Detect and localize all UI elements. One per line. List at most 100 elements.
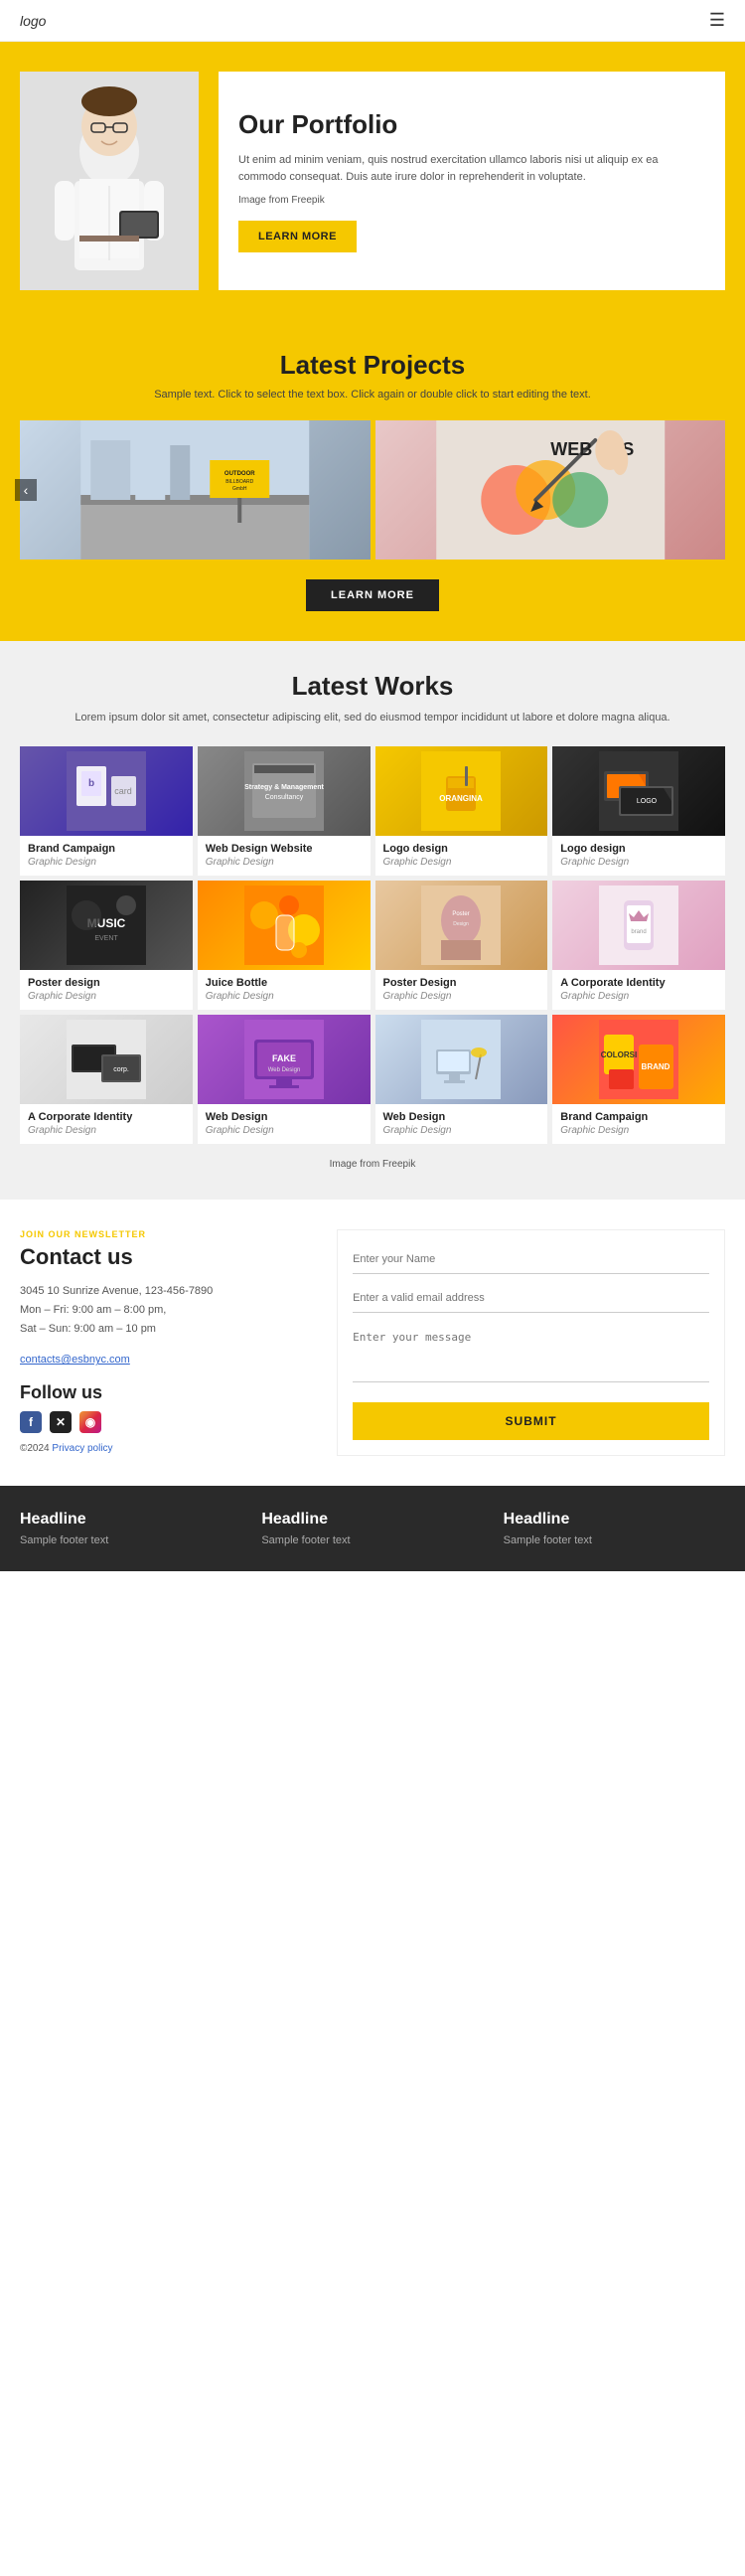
- billboard-svg: OUTDOOR BILLBOARD GmbH: [20, 420, 371, 560]
- work-name: Poster Design: [383, 976, 540, 990]
- message-input[interactable]: [353, 1323, 709, 1382]
- footer-headline-2: Headline: [261, 1511, 483, 1529]
- brand-thumb-svg: b card: [67, 751, 146, 831]
- work-card-logo[interactable]: ORANGINA Logo design Graphic Design: [375, 746, 548, 876]
- work-thumb-brand: b card: [20, 746, 193, 836]
- fake-thumb-svg: FAKE Web Design: [244, 1020, 324, 1099]
- work-name: Logo design: [383, 842, 540, 856]
- work-category: Graphic Design: [560, 857, 717, 868]
- logo2-thumb-svg: LOGO: [599, 751, 678, 831]
- work-info-corporate: A Corporate Identity Graphic Design: [552, 970, 725, 1010]
- svg-text:Design: Design: [454, 921, 470, 927]
- svg-text:Poster: Poster: [453, 911, 470, 917]
- twitter-x-icon[interactable]: ✕: [50, 1411, 72, 1433]
- work-name: Web Design: [206, 1110, 363, 1124]
- work-category: Graphic Design: [560, 1125, 717, 1136]
- work-info-brand2: Brand Campaign Graphic Design: [552, 1104, 725, 1144]
- work-card-brand-campaign[interactable]: b card Brand Campaign Graphic Design: [20, 746, 193, 876]
- email-input[interactable]: [353, 1284, 709, 1313]
- work-card-poster[interactable]: MUSIC EVENT Poster design Graphic Design: [20, 881, 193, 1010]
- join-label: JOIN OUR NEWSLETTER: [20, 1229, 317, 1239]
- work-info-webdes2: Web Design Graphic Design: [375, 1104, 548, 1144]
- work-category: Graphic Design: [383, 991, 540, 1002]
- footer-headline-3: Headline: [504, 1511, 725, 1529]
- logo-thumb-svg: ORANGINA: [421, 751, 501, 831]
- work-card-brand2[interactable]: COLORSI BRAND Brand Campaign Graphic Des…: [552, 1015, 725, 1144]
- work-card-corp2[interactable]: corp. A Corporate Identity Graphic Desig…: [20, 1015, 193, 1144]
- work-thumb-poster: MUSIC EVENT: [20, 881, 193, 970]
- learn-more-wrap: LEARN MORE: [20, 579, 725, 611]
- instagram-icon[interactable]: ◉: [79, 1411, 101, 1433]
- projects-carousel: ‹ OUTDOOR BILLBOARD GmbH: [20, 420, 725, 560]
- work-card-logo2[interactable]: LOGO Logo design Graphic Design: [552, 746, 725, 876]
- person-svg: [20, 72, 199, 290]
- project-image-2[interactable]: WEB DES: [375, 420, 726, 560]
- work-name: Juice Bottle: [206, 976, 363, 990]
- corp2-thumb-svg: corp.: [67, 1020, 146, 1099]
- footer-text-3: Sample footer text: [504, 1534, 725, 1546]
- work-card-webdes2[interactable]: Web Design Graphic Design: [375, 1015, 548, 1144]
- svg-text:BRAND: BRAND: [642, 1062, 670, 1071]
- footer: Headline Sample footer text Headline Sam…: [0, 1486, 745, 1571]
- work-info-juice: Juice Bottle Graphic Design: [198, 970, 371, 1010]
- logo: logo: [20, 13, 46, 29]
- latest-projects-section: Latest Projects Sample text. Click to se…: [0, 320, 745, 641]
- footer-col-2: Headline Sample footer text: [261, 1511, 483, 1546]
- work-name: Web Design: [383, 1110, 540, 1124]
- work-thumb-brand2: COLORSI BRAND: [552, 1015, 725, 1104]
- work-card-webdesign[interactable]: Strategy & Management Consultancy Web De…: [198, 746, 371, 876]
- work-card-juice[interactable]: Juice Bottle Graphic Design: [198, 881, 371, 1010]
- name-input[interactable]: [353, 1245, 709, 1274]
- work-name: Logo design: [560, 842, 717, 856]
- latest-projects-subtitle: Sample text. Click to select the text bo…: [20, 389, 725, 401]
- contact-left: JOIN OUR NEWSLETTER Contact us 3045 10 S…: [20, 1229, 317, 1456]
- hero-learn-more-button[interactable]: LEARN MORE: [238, 221, 357, 252]
- svg-text:EVENT: EVENT: [94, 935, 118, 942]
- work-info-logo: Logo design Graphic Design: [375, 836, 548, 876]
- work-name: Brand Campaign: [28, 842, 185, 856]
- privacy-policy-link[interactable]: Privacy policy: [52, 1443, 112, 1454]
- contact-address: 3045 10 Sunrize Avenue, 123-456-7890Mon …: [20, 1282, 317, 1338]
- latest-works-section: Latest Works Lorem ipsum dolor sit amet,…: [0, 641, 745, 1200]
- work-name: Brand Campaign: [560, 1110, 717, 1124]
- work-name: A Corporate Identity: [560, 976, 717, 990]
- svg-text:OUTDOOR: OUTDOOR: [224, 471, 255, 477]
- work-thumb-poster2: Poster Design: [375, 881, 548, 970]
- work-name: Poster design: [28, 976, 185, 990]
- footer-headline-1: Headline: [20, 1511, 241, 1529]
- contact-section: JOIN OUR NEWSLETTER Contact us 3045 10 S…: [0, 1200, 745, 1486]
- projects-learn-more-button[interactable]: LEARN MORE: [306, 579, 439, 611]
- work-info-fake: Web Design Graphic Design: [198, 1104, 371, 1144]
- latest-works-subtitle: Lorem ipsum dolor sit amet, consectetur …: [20, 710, 725, 726]
- hero-image: [20, 72, 199, 290]
- project-image-1[interactable]: OUTDOOR BILLBOARD GmbH: [20, 420, 371, 560]
- carousel-prev-arrow[interactable]: ‹: [15, 479, 37, 501]
- hero-section: Our Portfolio Ut enim ad minim veniam, q…: [0, 42, 745, 320]
- hero-content: Our Portfolio Ut enim ad minim veniam, q…: [219, 72, 725, 290]
- poster-thumb-svg: MUSIC EVENT: [67, 886, 146, 965]
- work-category: Graphic Design: [28, 857, 185, 868]
- work-thumb-juice: [198, 881, 371, 970]
- poster2-thumb-svg: Poster Design: [421, 886, 501, 965]
- svg-text:brand: brand: [631, 929, 646, 935]
- submit-button[interactable]: SUBMIT: [353, 1402, 709, 1440]
- work-category: Graphic Design: [206, 1125, 363, 1136]
- contact-form: SUBMIT: [353, 1245, 709, 1440]
- work-card-corporate[interactable]: brand A Corporate Identity Graphic Desig…: [552, 881, 725, 1010]
- work-name: Web Design Website: [206, 842, 363, 856]
- svg-text:Web Design: Web Design: [267, 1067, 300, 1073]
- work-card-poster2[interactable]: Poster Design Poster Design Graphic Desi…: [375, 881, 548, 1010]
- svg-text:COLORSI: COLORSI: [601, 1050, 637, 1059]
- svg-text:FAKE: FAKE: [272, 1053, 296, 1063]
- work-info-corp2: A Corporate Identity Graphic Design: [20, 1104, 193, 1144]
- work-card-fake[interactable]: FAKE Web Design Web Design Graphic Desig…: [198, 1015, 371, 1144]
- works-grid: b card Brand Campaign Graphic Design: [20, 746, 725, 1145]
- footer-grid: Headline Sample footer text Headline Sam…: [20, 1511, 725, 1546]
- svg-text:LOGO: LOGO: [637, 798, 658, 805]
- social-icons: f ✕ ◉: [20, 1411, 317, 1433]
- work-category: Graphic Design: [383, 857, 540, 868]
- menu-icon[interactable]: ☰: [709, 10, 725, 31]
- facebook-icon[interactable]: f: [20, 1411, 42, 1433]
- footer-col-3: Headline Sample footer text: [504, 1511, 725, 1546]
- contact-email-link[interactable]: contacts@esbnyc.com: [20, 1354, 130, 1366]
